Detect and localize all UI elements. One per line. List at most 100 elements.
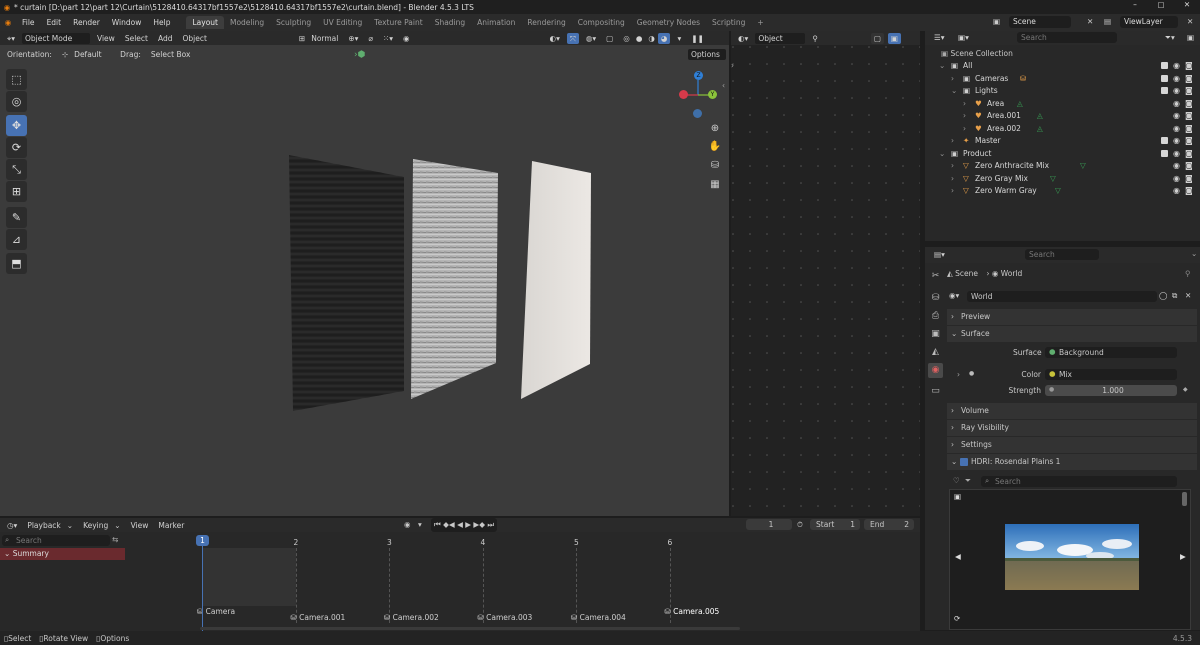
- add-workspace-button[interactable]: +: [751, 16, 769, 29]
- secondary-editor[interactable]: ◐▾ Object ⚲ ▢ ▣ ›: [731, 31, 920, 516]
- properties-options-icon[interactable]: ⌄: [1191, 249, 1197, 258]
- mode-selector[interactable]: Object Mode: [22, 32, 90, 44]
- outliner-row-cameras[interactable]: › ▣ Cameras ⛁ ◉ ◙: [925, 73, 1200, 85]
- render-camera-icon[interactable]: ◙: [1185, 60, 1193, 72]
- editor-type-icon[interactable]: ▤▾: [931, 249, 948, 260]
- visibility-eye-icon[interactable]: ◉: [1173, 85, 1180, 97]
- transform-orientation-icon[interactable]: ⊞: [296, 33, 308, 44]
- chevron-right-icon[interactable]: ›: [951, 185, 954, 197]
- tool-select-box[interactable]: ⬚: [6, 69, 27, 90]
- render-camera-icon[interactable]: ◙: [1185, 185, 1193, 197]
- pin-icon[interactable]: ⚲: [1185, 269, 1191, 278]
- pivot-point-icon[interactable]: ⊕▾: [345, 33, 361, 44]
- view-layer-close-icon[interactable]: ✕: [1187, 17, 1193, 26]
- outliner-row-area-001[interactable]: › ♥ Area.001 ◬ ◉ ◙: [925, 110, 1200, 122]
- filter-icon[interactable]: ⏷▾: [1162, 32, 1178, 43]
- snap-target-icon[interactable]: ⁙▾: [380, 33, 396, 44]
- zoom-icon[interactable]: ⊕: [708, 122, 722, 136]
- menu-keying[interactable]: Keying: [80, 520, 111, 531]
- summary-channel[interactable]: ⌄ Summary: [0, 548, 125, 560]
- play-icon[interactable]: ▶: [465, 520, 471, 529]
- shading-solid-icon[interactable]: ●: [633, 33, 646, 44]
- visibility-icon[interactable]: ◐▾: [547, 33, 563, 44]
- render-camera-icon[interactable]: ◙: [1185, 123, 1193, 135]
- tab-texture-paint[interactable]: Texture Paint: [368, 16, 428, 29]
- overlay-icon[interactable]: ◍▾: [583, 33, 599, 44]
- perspective-grid-icon[interactable]: ▦: [708, 178, 722, 192]
- menu-render[interactable]: Render: [67, 18, 106, 27]
- tab-scene-icon[interactable]: ◭: [928, 345, 943, 360]
- shading-rendered-icon[interactable]: ◕: [657, 32, 671, 44]
- render-camera-icon[interactable]: ◙: [1185, 73, 1193, 85]
- tool-annotate[interactable]: ✎: [6, 207, 27, 228]
- exclude-checkbox[interactable]: [1161, 137, 1168, 144]
- tab-collection-icon[interactable]: ▭: [928, 384, 943, 399]
- tab-uv-editing[interactable]: UV Editing: [317, 16, 368, 29]
- hdri-search-input[interactable]: Search: [981, 476, 1177, 487]
- shading-wireframe-icon[interactable]: ◎: [620, 33, 633, 44]
- hdri-save-icon[interactable]: ▣: [954, 492, 961, 501]
- outliner-search-input[interactable]: Search: [1017, 32, 1117, 43]
- minimize-button[interactable]: –: [1122, 0, 1148, 9]
- chevron-down-icon[interactable]: ⌄: [951, 85, 957, 97]
- camera-marker[interactable]: ⛁ Camera.001: [291, 613, 346, 622]
- hdri-enable-checkbox[interactable]: [960, 458, 968, 466]
- tab-view-layer-icon[interactable]: ▣: [928, 327, 943, 342]
- menu-window[interactable]: Window: [106, 18, 148, 27]
- hdri-scrollbar[interactable]: [1182, 492, 1187, 506]
- object-context-dropdown[interactable]: Object: [755, 32, 806, 44]
- properties-editor[interactable]: ▤▾ Search ⌄ ✂ ⛁ ⎙ ▣ ◭ ◉ ▭ ◭ Scene › ◉ Wo…: [925, 247, 1200, 630]
- duplicate-icon[interactable]: ⧉: [1172, 291, 1177, 301]
- prev-key-icon[interactable]: ◆◀: [443, 520, 455, 529]
- pan-hand-icon[interactable]: ✋: [708, 140, 722, 154]
- tool-scale[interactable]: ⤡: [6, 159, 27, 180]
- camera-marker[interactable]: ⛁ Camera.002: [384, 613, 439, 622]
- tab-layout[interactable]: Layout: [186, 16, 224, 29]
- visibility-eye-icon[interactable]: ◉: [1173, 123, 1180, 135]
- play-reverse-icon[interactable]: ◀: [457, 520, 463, 529]
- shading-options-icon[interactable]: ▾: [674, 33, 684, 44]
- camera-view-icon[interactable]: ⛁: [708, 159, 722, 173]
- jump-start-icon[interactable]: ⏮: [434, 520, 441, 529]
- tab-render-icon[interactable]: ⛁: [928, 291, 943, 306]
- chevron-right-icon[interactable]: ›: [951, 173, 954, 185]
- tab-rendering[interactable]: Rendering: [521, 16, 571, 29]
- blender-menu-icon[interactable]: ◉: [0, 18, 16, 27]
- chevron-right-icon[interactable]: ›: [963, 98, 966, 110]
- editor-type-icon[interactable]: ☰▾: [931, 32, 948, 43]
- section-settings[interactable]: › Settings: [947, 437, 1197, 453]
- section-ray-visibility[interactable]: › Ray Visibility: [947, 420, 1197, 436]
- jump-end-icon[interactable]: ⏭: [487, 520, 494, 529]
- transform-orientation-dropdown[interactable]: Normal: [308, 33, 341, 44]
- maximize-button[interactable]: ▢: [1148, 0, 1174, 9]
- collapse-arrow-icon[interactable]: ›: [731, 61, 734, 70]
- visibility-eye-icon[interactable]: ◉: [1173, 185, 1180, 197]
- outliner-row-zero-gray-mix[interactable]: › ▽ Zero Gray Mix ▽ ◉ ◙: [925, 173, 1200, 185]
- visibility-eye-icon[interactable]: ◉: [1173, 148, 1180, 160]
- menu-object[interactable]: Object: [179, 33, 209, 44]
- pause-icon[interactable]: ❚❚: [688, 33, 707, 44]
- visibility-eye-icon[interactable]: ◉: [1173, 173, 1180, 185]
- auto-key-icon[interactable]: ◉: [404, 520, 411, 529]
- menu-add[interactable]: Add: [155, 33, 176, 44]
- visibility-eye-icon[interactable]: ◉: [1173, 98, 1180, 110]
- playhead-frame[interactable]: 1: [196, 535, 209, 546]
- hdri-prev-arrow-icon[interactable]: ◀: [955, 552, 961, 561]
- visibility-eye-icon[interactable]: ◉: [1173, 160, 1180, 172]
- outliner-row-lights[interactable]: ⌄ ▣ Lights ◉ ◙: [925, 85, 1200, 97]
- render-camera-icon[interactable]: ◙: [1185, 160, 1193, 172]
- outliner-row-product[interactable]: ⌄ ▣ Product ◉ ◙: [925, 148, 1200, 160]
- properties-search-input[interactable]: Search: [1025, 249, 1099, 260]
- strength-field[interactable]: 1.000: [1045, 385, 1177, 396]
- camera-marker[interactable]: ⛁ Camera.005: [665, 607, 720, 616]
- render-camera-icon[interactable]: ◙: [1185, 85, 1193, 97]
- chevron-right-icon[interactable]: ›: [951, 135, 954, 147]
- world-selector-icon[interactable]: ◉▾: [949, 291, 959, 300]
- outliner-row-all[interactable]: ⌄ ▣ All ◉ ◙: [925, 60, 1200, 72]
- surface-field[interactable]: Background: [1045, 347, 1177, 358]
- color-field[interactable]: Mix: [1045, 369, 1177, 380]
- start-field[interactable]: Start 1: [810, 519, 860, 530]
- chevron-right-icon[interactable]: ›: [951, 73, 954, 85]
- menu-file[interactable]: File: [16, 18, 41, 27]
- exclude-checkbox[interactable]: [1161, 62, 1168, 69]
